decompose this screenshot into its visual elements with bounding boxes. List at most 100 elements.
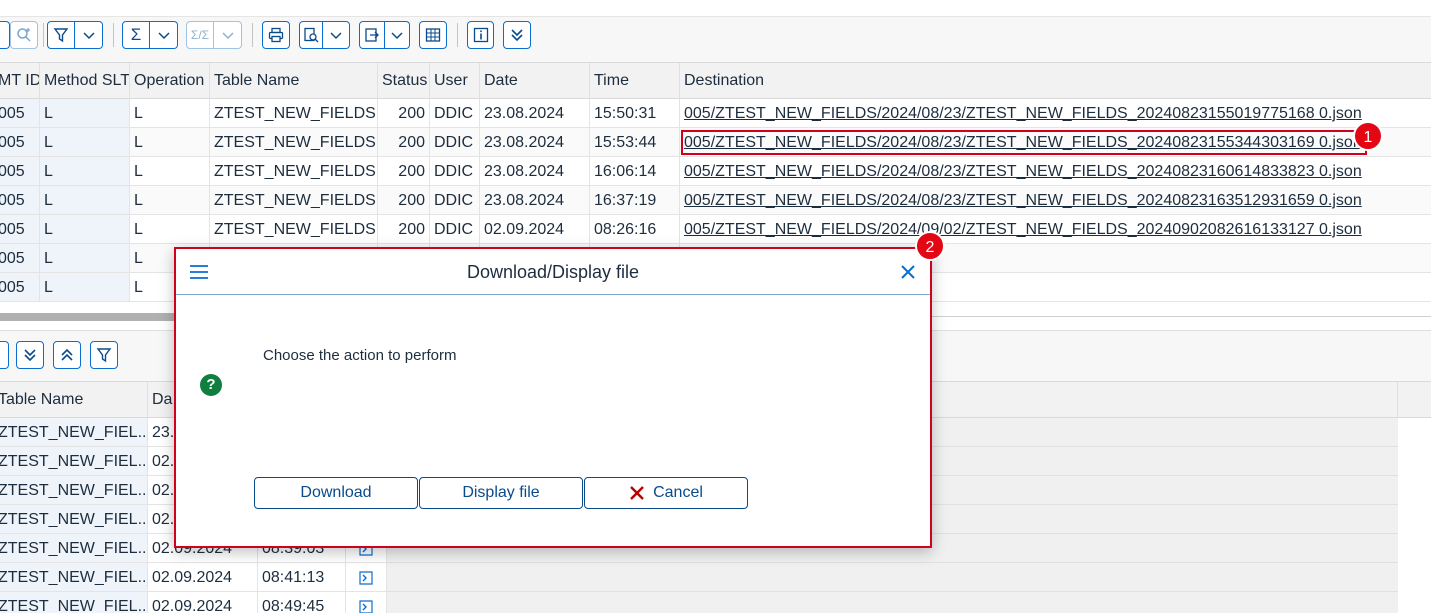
- cell-time[interactable]: 08:26:16: [590, 215, 680, 244]
- cell-date[interactable]: 23.08.2024: [480, 186, 590, 215]
- table-row[interactable]: 005 L L ZTEST_NEW_FIELDS 200 DDIC 23.08.2024 16…: [0, 186, 1431, 215]
- column-header-method-slt[interactable]: Method SLT: [40, 63, 130, 99]
- cell-time[interactable]: 15:50:31: [590, 99, 680, 128]
- cell-user[interactable]: DDIC: [430, 157, 480, 186]
- cell-method-slt[interactable]: L: [40, 99, 130, 128]
- info-button[interactable]: [467, 21, 494, 49]
- export-button[interactable]: [359, 21, 385, 49]
- row-action-button[interactable]: [346, 563, 387, 592]
- cell-table-name[interactable]: ZTEST_NEW_FIEL...: [0, 447, 148, 476]
- cell-mt-id[interactable]: 005: [0, 273, 40, 302]
- cell-mt-id[interactable]: 005: [0, 99, 40, 128]
- cell-date[interactable]: 23.08.2024: [480, 99, 590, 128]
- cell-mt-id[interactable]: 005: [0, 157, 40, 186]
- cell-date[interactable]: 23.08.2024: [480, 157, 590, 186]
- column-header-operation[interactable]: Operation: [130, 63, 210, 99]
- cell-user[interactable]: DDIC: [430, 186, 480, 215]
- cell-method-slt[interactable]: L: [40, 186, 130, 215]
- spreadsheet-button[interactable]: [419, 21, 447, 49]
- column-header-time[interactable]: Time: [590, 63, 680, 99]
- expand-all-button[interactable]: [16, 341, 44, 369]
- cell-operation[interactable]: L: [130, 99, 210, 128]
- export-dropdown-button[interactable]: [385, 21, 410, 49]
- cell-table-name[interactable]: ZTEST_NEW_FIEL...: [0, 534, 148, 563]
- cell-status[interactable]: 200: [378, 99, 430, 128]
- destination-link[interactable]: 005/ZTEST_NEW_FIELDS/2024/08/23/ZTEST_NE…: [684, 163, 1362, 180]
- cell-date[interactable]: 02.09.2024: [480, 215, 590, 244]
- destination-link[interactable]: 005/ZTEST_NEW_FIELDS/2024/09/02/ZTEST_NE…: [684, 221, 1362, 238]
- column-header-date[interactable]: Date: [480, 63, 590, 99]
- cell-method-slt[interactable]: L: [40, 157, 130, 186]
- print-preview-button[interactable]: [299, 21, 323, 49]
- sum-button[interactable]: Σ: [122, 21, 150, 49]
- cell-user[interactable]: DDIC: [430, 215, 480, 244]
- cell-operation[interactable]: L: [130, 128, 210, 157]
- cell-status[interactable]: 200: [378, 186, 430, 215]
- row-action-button[interactable]: [346, 592, 387, 613]
- print-preview-dropdown-button[interactable]: [323, 21, 350, 49]
- cell-table-name[interactable]: ZTEST_NEW_FIELDS: [210, 157, 378, 186]
- cell-mt-id[interactable]: 005: [0, 186, 40, 215]
- cell-table-name[interactable]: ZTEST_NEW_FIELDS: [210, 128, 378, 157]
- cell-time[interactable]: 16:37:19: [590, 186, 680, 215]
- column-header-user[interactable]: User: [430, 63, 480, 99]
- table-row[interactable]: 005 L L ZTEST_NEW_FIELDS 200 DDIC 02.09.2024 08…: [0, 215, 1431, 244]
- cell-date[interactable]: 23.08.2024: [480, 128, 590, 157]
- cell-status[interactable]: 200: [378, 157, 430, 186]
- cell-mt-id[interactable]: 005: [0, 128, 40, 157]
- filter-button[interactable]: [90, 341, 118, 369]
- cell-operation[interactable]: L: [130, 157, 210, 186]
- cancel-button[interactable]: Cancel: [584, 477, 748, 509]
- table-row[interactable]: 005 L L ZTEST_NEW_FIELDS 200 DDIC 23.08.2024 16…: [0, 157, 1431, 186]
- cell-time[interactable]: 15:53:44: [590, 128, 680, 157]
- cell-user[interactable]: DDIC: [430, 99, 480, 128]
- cell-table-name[interactable]: ZTEST_NEW_FIELDS: [210, 186, 378, 215]
- cell-status[interactable]: 200: [378, 215, 430, 244]
- cell-status[interactable]: 200: [378, 128, 430, 157]
- cell-table-name[interactable]: ZTEST_NEW_FIELDS: [210, 215, 378, 244]
- filter-button[interactable]: [47, 21, 75, 49]
- subtotal-dropdown-button[interactable]: [214, 21, 242, 49]
- table-row[interactable]: 005 L L ZTEST_NEW_FIELDS 200 DDIC 23.08.2024 15…: [0, 99, 1431, 128]
- destination-link[interactable]: 005/ZTEST_NEW_FIELDS/2024/08/23/ZTEST_NE…: [684, 192, 1362, 209]
- cell-date[interactable]: 02.09.2024: [148, 563, 258, 592]
- column-header-table-name[interactable]: Table Name: [0, 382, 148, 418]
- close-icon[interactable]: [898, 262, 918, 282]
- cell-time[interactable]: 08:41:13: [258, 563, 346, 592]
- cell-operation[interactable]: L: [130, 215, 210, 244]
- subtotal-button[interactable]: Σ/Σ: [186, 21, 214, 49]
- destination-link[interactable]: 005/ZTEST_NEW_FIELDS/2024/08/23/ZTEST_NE…: [684, 105, 1362, 122]
- cell-method-slt[interactable]: L: [40, 215, 130, 244]
- cell-method-slt[interactable]: L: [40, 244, 130, 273]
- collapse-all-button[interactable]: [53, 341, 81, 369]
- display-file-button[interactable]: Display file: [419, 477, 583, 509]
- cell-table-name[interactable]: ZTEST_NEW_FIEL...: [0, 505, 148, 534]
- column-header-destination[interactable]: Destination: [680, 63, 1431, 99]
- splitter-handle[interactable]: [0, 313, 180, 321]
- find-next-button[interactable]: [0, 21, 10, 49]
- cell-user[interactable]: DDIC: [430, 128, 480, 157]
- cell-method-slt[interactable]: L: [40, 128, 130, 157]
- print-button[interactable]: [262, 21, 290, 49]
- cell-date[interactable]: 02.09.2024: [148, 592, 258, 613]
- cell-method-slt[interactable]: L: [40, 273, 130, 302]
- expand-all-button[interactable]: [0, 341, 9, 369]
- filter-dropdown-button[interactable]: [75, 21, 103, 49]
- cell-table-name[interactable]: ZTEST_NEW_FIEL...: [0, 563, 148, 592]
- cell-table-name[interactable]: ZTEST_NEW_FIEL...: [0, 592, 148, 613]
- cell-time[interactable]: 16:06:14: [590, 157, 680, 186]
- cell-table-name[interactable]: ZTEST_NEW_FIEL...: [0, 418, 148, 447]
- cell-mt-id[interactable]: 005: [0, 244, 40, 273]
- cell-mt-id[interactable]: 005: [0, 215, 40, 244]
- column-header-status[interactable]: Status: [378, 63, 430, 99]
- sum-dropdown-button[interactable]: [150, 21, 178, 49]
- expand-all-button[interactable]: [503, 21, 531, 49]
- cell-table-name[interactable]: ZTEST_NEW_FIEL...: [0, 476, 148, 505]
- column-header-mt-id[interactable]: MT ID: [0, 63, 40, 99]
- download-button[interactable]: Download: [254, 477, 418, 509]
- cell-operation[interactable]: L: [130, 186, 210, 215]
- column-header-table-name[interactable]: Table Name: [210, 63, 378, 99]
- find-next-button[interactable]: [10, 21, 38, 49]
- cell-table-name[interactable]: ZTEST_NEW_FIELDS: [210, 99, 378, 128]
- cell-time[interactable]: 08:49:45: [258, 592, 346, 613]
